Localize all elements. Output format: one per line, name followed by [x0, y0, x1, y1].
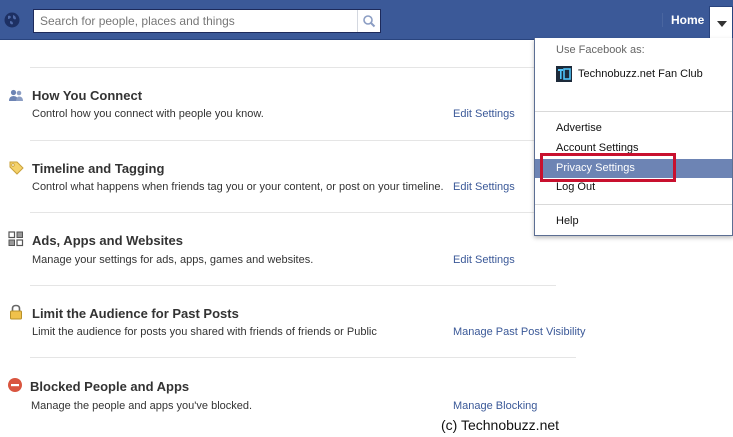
manage-blocking-link[interactable]: Manage Blocking [453, 400, 537, 412]
top-nav-bar: Home [0, 0, 733, 40]
manage-past-post-visibility-link[interactable]: Manage Past Post Visibility [453, 326, 585, 338]
section-description: Limit the audience for posts you shared … [32, 326, 377, 338]
caret-down-icon [717, 21, 727, 27]
section-description: Manage your settings for ads, apps, game… [32, 254, 314, 266]
lock-icon [10, 304, 22, 320]
account-menu-button[interactable] [709, 6, 733, 39]
use-facebook-as-label: Use Facebook as: [556, 44, 645, 56]
section-title: Blocked People and Apps [30, 379, 190, 394]
menu-item-advertise[interactable]: Advertise [535, 119, 732, 138]
divider [30, 212, 556, 213]
section-title: Ads, Apps and Websites [32, 233, 183, 248]
search-icon [363, 15, 376, 28]
edit-settings-link[interactable]: Edit Settings [453, 181, 515, 193]
divider [30, 357, 576, 358]
search-box [33, 9, 381, 33]
menu-separator [535, 204, 732, 205]
blocked-icon [8, 378, 22, 392]
section-description: Manage the people and apps you've blocke… [31, 400, 253, 412]
home-link[interactable]: Home [662, 13, 704, 27]
section-title: Limit the Audience for Past Posts [32, 306, 239, 321]
divider [30, 140, 556, 141]
divider [30, 285, 556, 286]
globe-icon[interactable] [4, 12, 20, 28]
section-description: Control what happens when friends tag yo… [32, 181, 444, 193]
watermark-credit: (c) Technobuzz.net [441, 417, 560, 433]
account-dropdown-menu: Use Facebook as: Technobuzz.net Fan Club… [534, 38, 733, 236]
apps-icon [8, 231, 24, 247]
menu-item-help[interactable]: Help [535, 212, 732, 231]
edit-settings-link[interactable]: Edit Settings [453, 108, 515, 120]
section-description: Control how you connect with people you … [32, 108, 264, 120]
section-title: How You Connect [32, 88, 143, 103]
switch-to-page-item[interactable]: Technobuzz.net Fan Club [578, 68, 703, 80]
annotation-highlight-box [540, 153, 676, 182]
search-input[interactable] [34, 10, 359, 32]
search-button[interactable] [357, 10, 380, 32]
page-avatar-icon[interactable] [556, 66, 572, 82]
divider [30, 67, 556, 68]
tag-icon [9, 161, 24, 175]
people-icon [9, 89, 23, 101]
edit-settings-link[interactable]: Edit Settings [453, 254, 515, 266]
section-title: Timeline and Tagging [32, 161, 165, 176]
menu-separator [535, 111, 732, 112]
